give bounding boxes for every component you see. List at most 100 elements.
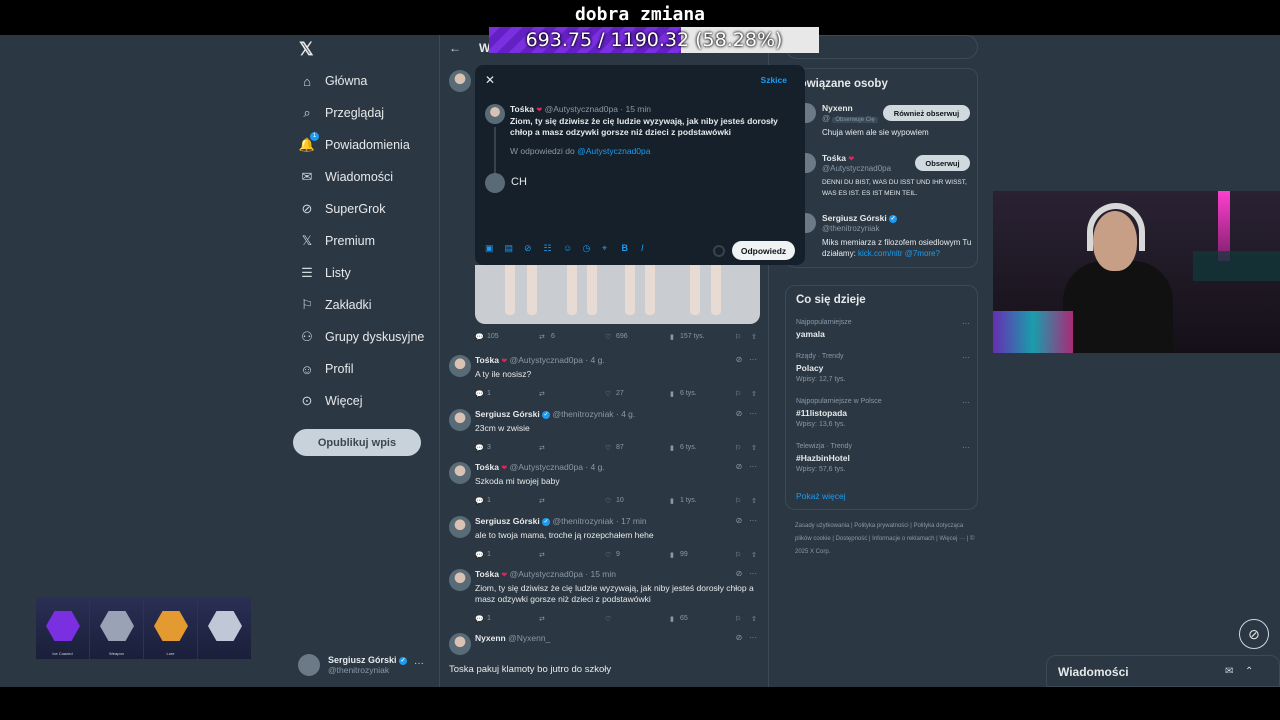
follow-button[interactable]: Obserwuj [915, 155, 970, 171]
repost-icon[interactable]: ⇄ [539, 551, 545, 559]
like-icon[interactable]: ♡ [605, 497, 611, 505]
back-arrow-icon[interactable]: ← [449, 41, 461, 55]
trend-item[interactable]: Najpopularniejsze yamala ··· [796, 319, 976, 342]
chevron-up-icon[interactable]: ⌃ [1245, 666, 1253, 677]
trend-item[interactable]: Rządy · Trendy Polacy Wpisy: 12,7 tys. ··· [796, 353, 976, 383]
account-switcher[interactable]: Sergiusz Górski ✓ @thenitrozyniak ··· [298, 650, 438, 680]
schedule-icon[interactable]: ◷ [583, 243, 603, 254]
messages-drawer[interactable]: Wiadomości ✉ ⌃ [1046, 655, 1280, 687]
share-icon[interactable]: ⇧ [751, 497, 757, 505]
image-icon[interactable]: ▣ [485, 243, 505, 254]
reply-icon[interactable]: 💬 [475, 444, 484, 452]
like-icon[interactable]: ♡ [605, 444, 611, 452]
more-options-icon[interactable]: ··· [414, 658, 424, 669]
more-options-icon[interactable]: ··· [749, 462, 757, 471]
like-icon[interactable]: ♡ [605, 615, 611, 623]
show-more-link[interactable]: Pokaż więcej [796, 491, 846, 501]
nav-item-search[interactable]: ⌕ Przeglądaj [299, 101, 384, 125]
repost-icon[interactable]: ⇄ [539, 444, 545, 452]
new-message-icon[interactable]: ✉ [1225, 666, 1233, 677]
share-icon[interactable]: ⇧ [751, 333, 757, 341]
grok-icon[interactable]: ⊘ [736, 355, 743, 364]
reply-tweet[interactable]: Tośka ❤ @Autystycznad0pa · 4 g. Szkoda mi… [475, 462, 765, 487]
reply-icon[interactable]: 💬 [475, 615, 484, 623]
reply-tweet[interactable]: Tośka ❤ @Autystycznad0pa · 4 g. A ty ile … [475, 355, 765, 380]
grok-icon[interactable]: ⊘ [524, 243, 544, 254]
nav-item-home[interactable]: ⌂ Główna [299, 69, 367, 93]
repost-icon[interactable]: ⇄ [539, 615, 545, 623]
post-media-image[interactable] [475, 265, 760, 324]
x-logo-icon[interactable]: 𝕏 [299, 39, 314, 60]
bold-icon[interactable]: B [622, 243, 642, 254]
more-options-icon[interactable]: ··· [749, 409, 757, 418]
nav-item-bookmark[interactable]: ⚐ Zakładki [299, 293, 371, 317]
nav-item-more[interactable]: ⊙ Więcej [299, 389, 363, 413]
reply-icon[interactable]: 💬 [475, 333, 484, 341]
bookmark-icon[interactable]: ⚐ [735, 497, 741, 505]
more-options-icon[interactable]: ··· [749, 355, 757, 364]
reply-icon[interactable]: 💬 [475, 551, 484, 559]
views-icon[interactable]: ▮ [670, 444, 674, 452]
like-icon[interactable]: ♡ [605, 551, 611, 559]
share-icon[interactable]: ⇧ [751, 551, 757, 559]
grok-icon[interactable]: ⊘ [736, 462, 743, 471]
repost-icon[interactable]: ⇄ [539, 390, 545, 398]
bio-link[interactable]: kick.com/nitr @7more? [858, 249, 940, 258]
bookmark-icon[interactable]: ⚐ [735, 333, 741, 341]
nav-item-list[interactable]: ☰ Listy [299, 261, 351, 285]
more-options-icon[interactable]: ··· [749, 633, 757, 642]
views-icon[interactable]: ▮ [670, 497, 674, 505]
reply-icon[interactable]: 💬 [475, 390, 484, 398]
close-icon[interactable]: ✕ [485, 73, 495, 87]
nav-item-x[interactable]: 𝕏 Premium [299, 229, 375, 253]
nav-item-grok[interactable]: ⊘ SuperGrok [299, 197, 386, 221]
reply-tweet[interactable]: Sergiusz Górski ✓ @thenitrozyniak · 4 g.… [475, 409, 765, 434]
italic-icon[interactable]: I [641, 243, 661, 254]
reply-compose-input[interactable] [511, 176, 781, 188]
footer-links[interactable]: Zasady użytkowania | Polityka prywatnośc… [795, 520, 975, 559]
follow-back-button[interactable]: Również obserwuj [883, 105, 970, 121]
drafts-button[interactable]: Szkice [761, 75, 787, 85]
reply-tweet[interactable]: Sergiusz Górski ✓ @thenitrozyniak · 17 m… [475, 516, 765, 541]
repost-icon[interactable]: ⇄ [539, 333, 545, 341]
gif-icon[interactable]: ▤ [505, 243, 525, 254]
nav-item-profile[interactable]: ☺ Profil [299, 357, 353, 381]
views-icon[interactable]: ▮ [670, 333, 674, 341]
bookmark-icon[interactable]: ⚐ [735, 390, 741, 398]
poll-icon[interactable]: ☷ [544, 243, 564, 254]
trend-item[interactable]: Najpopularniejsze w Polsce #11listopada Wp… [796, 398, 976, 428]
reply-tweet[interactable]: Nyxenn @Nyxenn_ ⊘ ··· [475, 633, 765, 647]
repost-icon[interactable]: ⇄ [539, 497, 545, 505]
location-icon[interactable]: ⌖ [602, 243, 622, 254]
grok-icon[interactable]: ⊘ [1239, 619, 1269, 649]
emoji-icon[interactable]: ☺ [563, 243, 583, 254]
bookmark-icon[interactable]: ⚐ [735, 615, 741, 623]
reply-to-handle[interactable]: @Autystycznad0pa [577, 146, 650, 156]
like-icon[interactable]: ♡ [605, 333, 611, 341]
more-options-icon[interactable]: ··· [962, 319, 970, 328]
views-icon[interactable]: ▮ [670, 551, 674, 559]
nav-item-bell[interactable]: 🔔 1 Powiadomienia [299, 132, 410, 157]
nav-item-communities[interactable]: ⚇ Grupy dyskusyjne [299, 325, 424, 349]
like-icon[interactable]: ♡ [605, 390, 611, 398]
share-icon[interactable]: ⇧ [751, 390, 757, 398]
bookmark-icon[interactable]: ⚐ [735, 444, 741, 452]
more-options-icon[interactable]: ··· [962, 443, 970, 452]
nav-item-mail[interactable]: ✉ Wiadomości [299, 165, 394, 189]
grok-icon[interactable]: ⊘ [736, 409, 743, 418]
grok-icon[interactable]: ⊘ [736, 569, 743, 578]
grok-icon[interactable]: ⊘ [736, 516, 743, 525]
share-icon[interactable]: ⇧ [751, 615, 757, 623]
bookmark-icon[interactable]: ⚐ [735, 551, 741, 559]
more-options-icon[interactable]: ··· [962, 398, 970, 407]
more-options-icon[interactable]: ··· [962, 353, 970, 362]
views-icon[interactable]: ▮ [670, 390, 674, 398]
reply-tweet[interactable]: Tośka ❤ @Autystycznad0pa · 15 min Ziom, t… [475, 569, 765, 605]
more-options-icon[interactable]: ··· [749, 516, 757, 525]
reply-icon[interactable]: 💬 [475, 497, 484, 505]
reply-button[interactable]: Odpowiedz [732, 241, 795, 260]
post-button[interactable]: Opublikuj wpis [293, 429, 421, 456]
share-icon[interactable]: ⇧ [751, 444, 757, 452]
views-icon[interactable]: ▮ [670, 615, 674, 623]
trend-item[interactable]: Telewizja · Trendy #HazbinHotel Wpisy: 57,… [796, 443, 976, 473]
